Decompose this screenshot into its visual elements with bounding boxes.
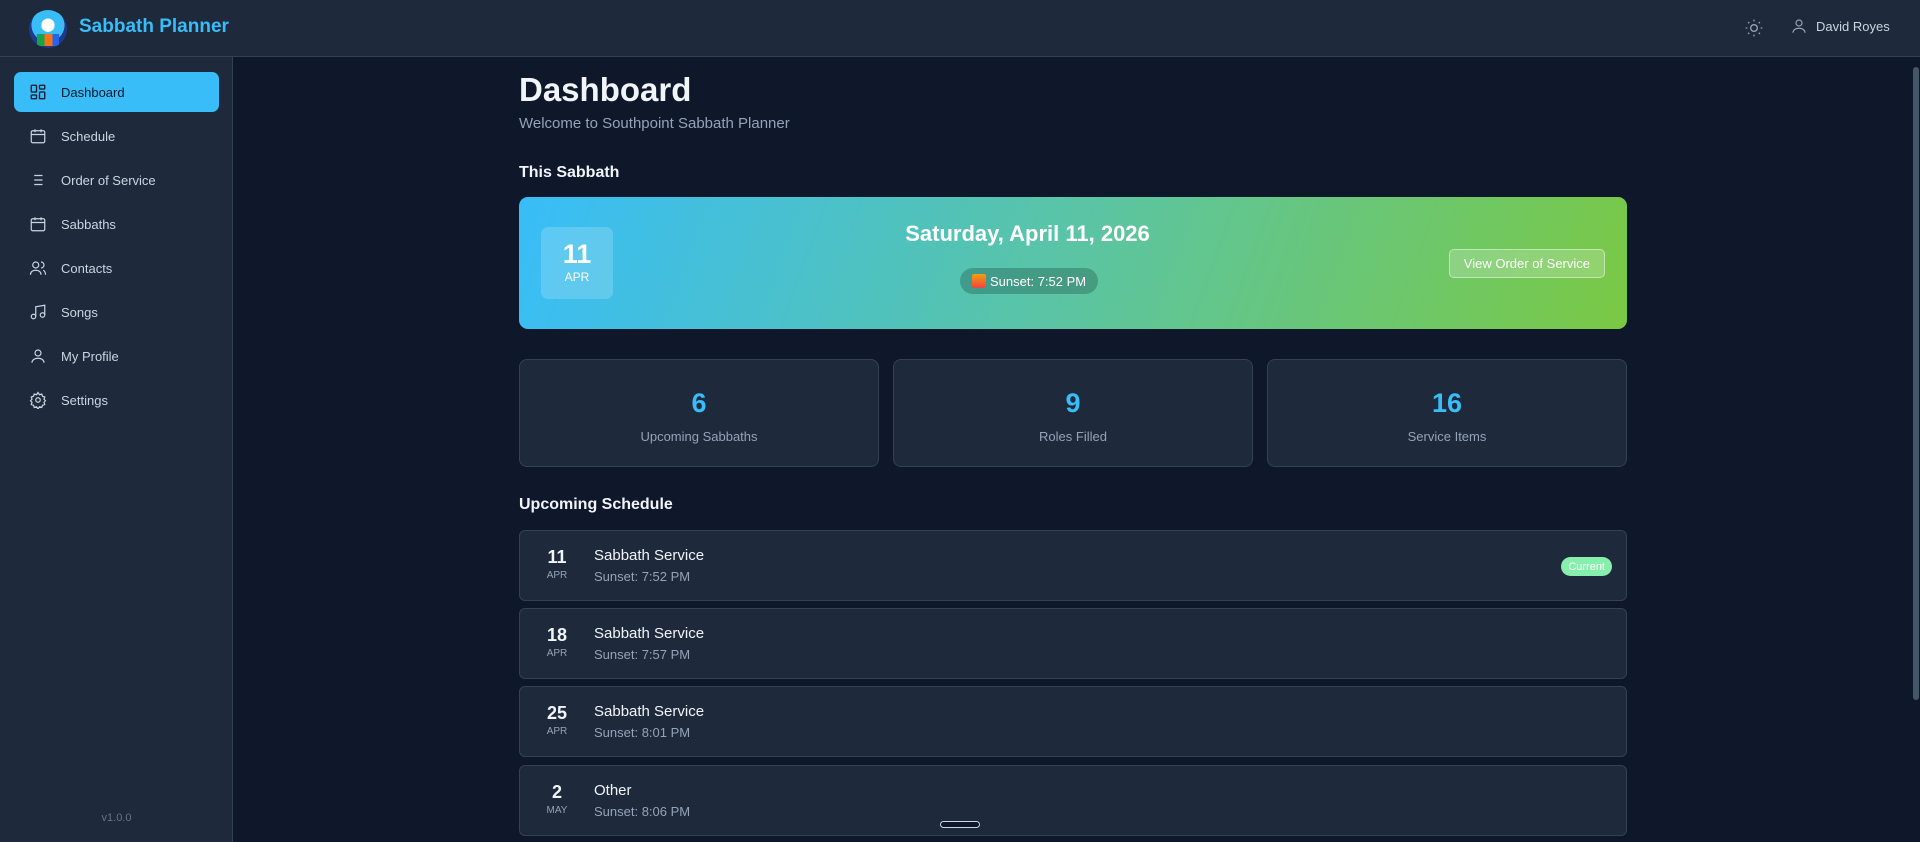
sidebar-item-label: Sabbaths — [61, 216, 116, 232]
stat-value: 9 — [1065, 388, 1081, 418]
stat-value: 16 — [1431, 388, 1463, 418]
sidebar-item-label: Order of Service — [61, 172, 156, 188]
stat-value: 6 — [691, 388, 707, 418]
row-day: 25 — [546, 703, 568, 723]
sidebar-item-label: Settings — [61, 392, 108, 408]
date-month: APR — [564, 270, 590, 284]
row-month: APR — [546, 648, 568, 659]
user-name: David Royes — [1816, 18, 1890, 34]
schedule-row[interactable]: 11 APR Sabbath Service Sunset: 7:52 PM Curre… — [519, 530, 1627, 601]
upcoming-schedule-heading: Upcoming Schedule — [519, 496, 673, 513]
sidebar-item-sabbaths[interactable]: Sabbaths — [14, 204, 219, 244]
list-icon — [34, 174, 43, 186]
stat-card-upcoming-sabbaths: 6 Upcoming Sabbaths — [519, 359, 879, 467]
music-icon — [30, 304, 46, 320]
sidebar-item-settings[interactable]: Settings — [14, 380, 219, 420]
sidebar-item-contacts[interactable]: Contacts — [14, 248, 219, 288]
calendar-icon — [30, 129, 46, 144]
row-title: Other — [594, 782, 632, 799]
row-sunset: Sunset: 8:01 PM — [594, 725, 691, 740]
users-icon — [29, 261, 47, 275]
page-title: Dashboard — [519, 71, 692, 108]
sidebar-item-order-of-service[interactable]: Order of Service — [14, 160, 219, 200]
schedule-row[interactable]: 18 APR Sabbath Service Sunset: 7:57 PM — [519, 608, 1627, 679]
stat-label: Upcoming Sabbaths — [640, 429, 758, 444]
calendar-icon — [30, 217, 46, 232]
row-day: 2 — [551, 782, 562, 802]
row-sunset: Sunset: 7:57 PM — [594, 647, 691, 662]
dashboard-icon — [30, 84, 46, 100]
sunset-pill: Sunset: 7:52 PM — [960, 268, 1099, 294]
sabbath-date-title: Saturday, April 11, 2026 — [905, 221, 1150, 246]
row-day: 18 — [546, 625, 568, 645]
row-title: Sabbath Service — [594, 703, 705, 720]
this-sabbath-banner: 11 APR Saturday, April 11, 2026 Sunset: 7… — [519, 197, 1627, 329]
drag-handle[interactable] — [940, 821, 980, 828]
page-subtitle: Welcome to Southpoint Sabbath Planner — [519, 115, 790, 132]
row-title: Sabbath Service — [594, 547, 705, 564]
row-month: APR — [546, 570, 568, 581]
stat-label: Roles Filled — [1039, 429, 1107, 444]
sidebar: Dashboard Schedule Order of Service Sabb… — [0, 57, 233, 842]
sunset-icon — [972, 274, 986, 288]
vertical-scrollbar[interactable] — [1913, 67, 1919, 700]
sidebar-item-label: Dashboard — [61, 84, 125, 100]
sidebar-item-label: Songs — [61, 304, 98, 320]
sidebar-item-dashboard[interactable]: Dashboard — [14, 72, 219, 112]
stat-card-service-items: 16 Service Items — [1267, 359, 1627, 467]
sidebar-item-label: Contacts — [61, 260, 113, 276]
stat-label: Service Items — [1407, 429, 1487, 444]
sidebar-item-my-profile[interactable]: My Profile — [14, 336, 219, 376]
sidebar-item-label: Schedule — [61, 128, 116, 144]
row-sunset: Sunset: 7:52 PM — [594, 569, 691, 584]
row-month: APR — [546, 726, 568, 737]
app-version: v1.0.0 — [101, 812, 132, 824]
stat-card-roles-filled: 9 Roles Filled — [893, 359, 1253, 467]
this-sabbath-heading: This Sabbath — [519, 164, 620, 181]
theme-toggle-sun-icon[interactable] — [1744, 18, 1764, 38]
sunset-text: Sunset: 7:52 PM — [990, 273, 1087, 289]
schedule-row[interactable]: 25 APR Sabbath Service Sunset: 8:01 PM — [519, 686, 1627, 757]
gear-icon — [29, 391, 47, 409]
sidebar-item-label: My Profile — [61, 348, 119, 364]
user-icon — [31, 349, 45, 363]
user-menu[interactable]: David Royes — [1790, 17, 1890, 35]
sidebar-item-songs[interactable]: Songs — [14, 292, 219, 332]
row-month: MAY — [546, 805, 568, 816]
view-order-of-service-button[interactable]: View Order of Service — [1448, 249, 1605, 278]
row-day: 11 — [547, 547, 567, 567]
row-sunset: Sunset: 8:06 PM — [594, 804, 691, 819]
church-logo — [29, 10, 67, 48]
row-title: Sabbath Service — [594, 625, 705, 642]
current-badge: Current — [1561, 557, 1612, 576]
app-title[interactable]: Sabbath Planner — [79, 16, 229, 38]
sidebar-item-schedule[interactable]: Schedule — [14, 116, 219, 156]
schedule-row[interactable]: 2 MAY Other Sunset: 8:06 PM — [519, 765, 1627, 836]
top-bar: Sabbath Planner David Royes — [0, 0, 1920, 57]
user-icon — [1792, 19, 1806, 33]
